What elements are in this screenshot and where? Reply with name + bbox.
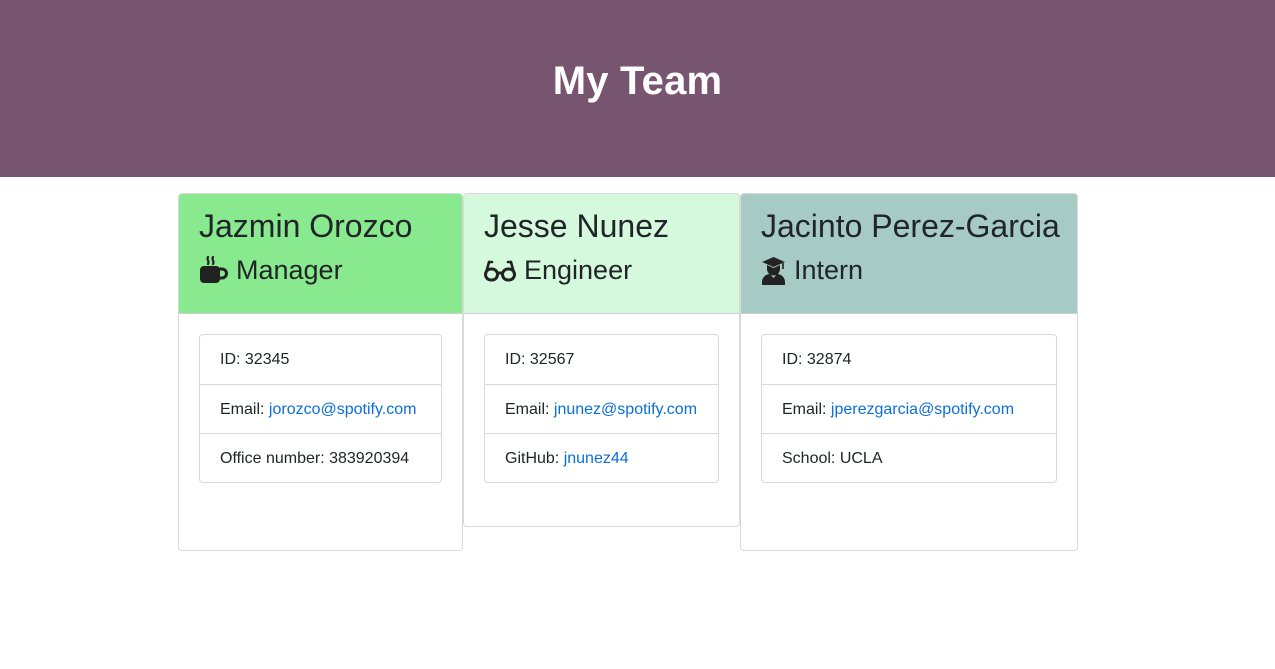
email-label: Email: xyxy=(782,401,831,418)
details-list: ID: 32874 Email: jperezgarcia@spotify.co… xyxy=(761,334,1057,483)
id-item: ID: 32874 xyxy=(782,351,852,368)
details-list: ID: 32567 Email: jnunez@spotify.com GitH… xyxy=(484,334,719,483)
email-link[interactable]: jperezgarcia@spotify.com xyxy=(831,401,1014,418)
email-item: Email: jperezgarcia@spotify.com xyxy=(762,384,1056,433)
glasses-icon xyxy=(484,260,516,281)
email-item: Email: jorozco@spotify.com xyxy=(200,384,441,433)
email-label: Email: xyxy=(505,401,554,418)
employee-name: Jesse Nunez xyxy=(484,208,669,244)
github-link[interactable]: jnunez44 xyxy=(564,450,629,467)
employee-card-intern: Jacinto Perez-Garcia Intern ID: 32874 Em… xyxy=(740,193,1078,551)
email-link[interactable]: jorozco@spotify.com xyxy=(269,401,417,418)
employee-name: Jacinto Perez-Garcia xyxy=(761,208,1060,244)
email-link[interactable]: jnunez@spotify.com xyxy=(554,401,697,418)
role-label: Manager xyxy=(236,255,343,285)
page-title: My Team xyxy=(552,59,723,103)
card-header: Jacinto Perez-Garcia Intern xyxy=(741,194,1077,314)
graduate-icon xyxy=(762,256,785,285)
role-label: Engineer xyxy=(524,255,633,285)
office-number-item: Office number: 383920394 xyxy=(200,433,441,482)
employee-role: Engineer xyxy=(484,253,719,287)
id-item: ID: 32345 xyxy=(220,351,290,368)
email-label: Email: xyxy=(220,401,269,418)
card-header: Jesse Nunez Engineer xyxy=(464,194,739,314)
mug-icon xyxy=(200,255,228,283)
employee-card-manager: Jazmin Orozco Manager ID: 32345 Email: j… xyxy=(178,193,463,551)
school-item: School: UCLA xyxy=(762,433,1056,482)
role-label: Intern xyxy=(794,255,864,285)
employee-role: Manager xyxy=(199,253,442,287)
github-label: GitHub: xyxy=(505,450,564,467)
employee-role: Intern xyxy=(761,253,1057,287)
github-item: GitHub: jnunez44 xyxy=(485,433,718,482)
details-list: ID: 32345 Email: jorozco@spotify.com Off… xyxy=(199,334,442,483)
employee-name: Jazmin Orozco xyxy=(199,208,413,244)
id-item: ID: 32567 xyxy=(505,351,575,368)
employee-card-engineer: Jesse Nunez Engineer ID: 32567 Email: jn… xyxy=(463,193,740,527)
email-item: Email: jnunez@spotify.com xyxy=(485,384,718,433)
card-header: Jazmin Orozco Manager xyxy=(179,194,462,314)
page-header: My Team xyxy=(0,0,1275,177)
